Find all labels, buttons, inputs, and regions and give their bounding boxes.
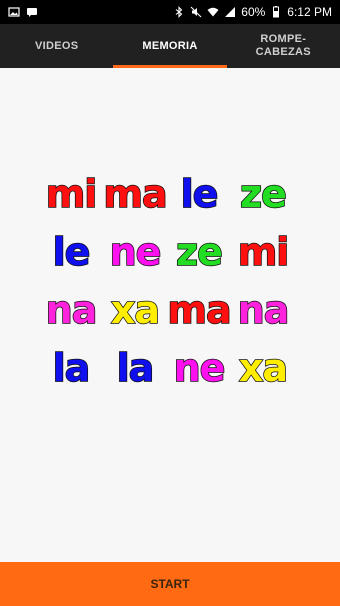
status-left bbox=[8, 6, 38, 18]
image-notification-icon bbox=[8, 6, 20, 18]
syllable-card[interactable]: ze bbox=[232, 168, 294, 220]
syllable-card[interactable]: le bbox=[168, 168, 230, 220]
syllable-card[interactable]: le bbox=[40, 226, 102, 278]
syllable-card[interactable]: na bbox=[232, 284, 294, 336]
syllable-card[interactable]: mi bbox=[232, 226, 294, 278]
syllable-card[interactable]: na bbox=[40, 284, 102, 336]
syllable-card[interactable]: ma bbox=[103, 168, 169, 220]
syllable-card[interactable]: ne bbox=[104, 226, 166, 278]
syllable-card[interactable]: la bbox=[40, 342, 102, 394]
tab-bar: VIDEOS MEMORIA ROMPE- CABEZAS bbox=[0, 24, 340, 68]
status-right: 60% 6:12 PM bbox=[173, 5, 332, 19]
mute-icon bbox=[190, 6, 202, 18]
syllable-card[interactable]: xa bbox=[232, 342, 294, 394]
message-notification-icon bbox=[26, 6, 38, 18]
syllable-grid: mi ma le ze le ne ze mi na xa ma na la l… bbox=[40, 168, 300, 394]
syllable-card[interactable]: ne bbox=[168, 342, 230, 394]
tab-rompecabezas[interactable]: ROMPE- CABEZAS bbox=[227, 24, 340, 68]
syllable-card[interactable]: la bbox=[104, 342, 166, 394]
tab-videos[interactable]: VIDEOS bbox=[0, 24, 113, 68]
battery-percentage: 60% bbox=[241, 5, 266, 19]
syllable-card[interactable]: ze bbox=[168, 226, 230, 278]
syllable-card[interactable]: ma bbox=[167, 284, 233, 336]
syllable-card[interactable]: mi bbox=[40, 168, 102, 220]
signal-icon bbox=[224, 6, 236, 18]
wifi-icon bbox=[207, 6, 219, 18]
bluetooth-icon bbox=[173, 6, 185, 18]
battery-icon bbox=[270, 6, 282, 18]
clock: 6:12 PM bbox=[287, 5, 332, 19]
memory-game-area: mi ma le ze le ne ze mi na xa ma na la l… bbox=[0, 68, 340, 562]
status-bar: 60% 6:12 PM bbox=[0, 0, 340, 24]
start-button[interactable]: START bbox=[0, 562, 340, 606]
syllable-card[interactable]: xa bbox=[104, 284, 166, 336]
tab-memoria[interactable]: MEMORIA bbox=[113, 24, 227, 68]
